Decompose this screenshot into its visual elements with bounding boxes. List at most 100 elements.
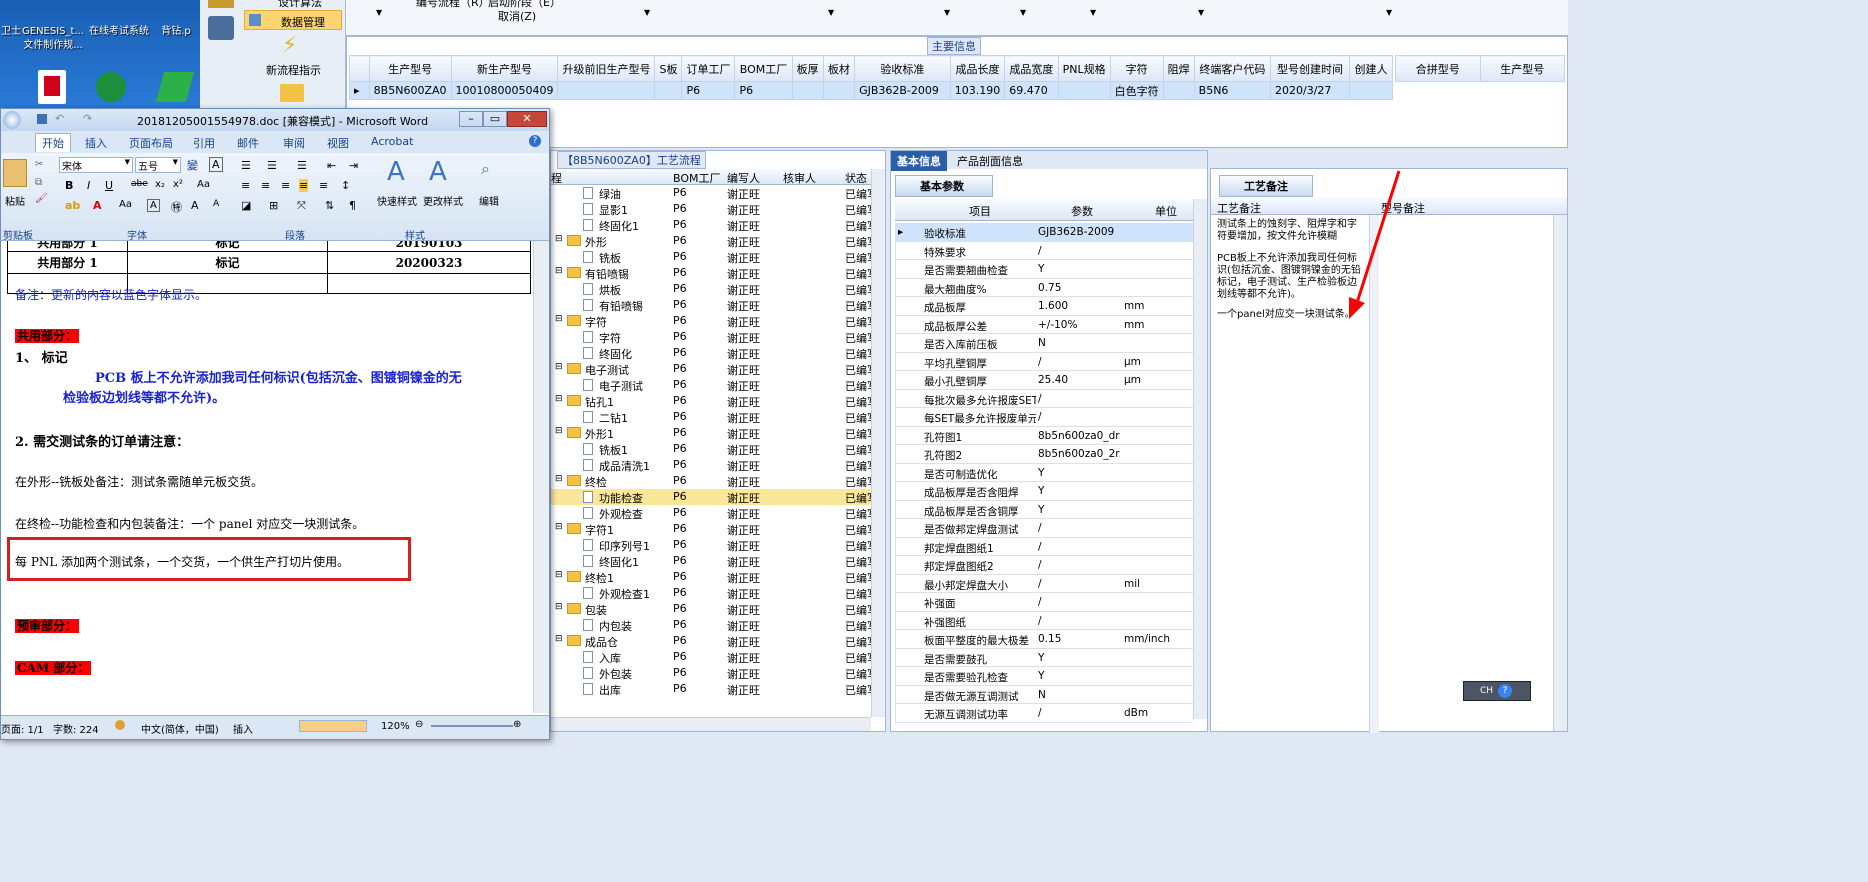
tree-row[interactable]: 印序列号1 P6 谢正旺 已编写 — [551, 537, 871, 553]
format-painter-icon[interactable]: 🖌 — [35, 193, 48, 204]
param-value[interactable]: / — [1038, 522, 1120, 534]
tree-col-header[interactable]: 编写人 — [727, 170, 760, 186]
tree-row[interactable]: 成品清洗1 P6 谢正旺 已编写 — [551, 457, 871, 473]
table-cell[interactable]: B5N6 — [1193, 81, 1272, 100]
tree-hscrollbar[interactable] — [551, 717, 871, 731]
params-col-header[interactable]: 项目 — [969, 203, 991, 219]
decrease-indent-icon[interactable]: ⇤ — [327, 159, 336, 172]
justify-icon[interactable]: ≡ — [299, 179, 309, 192]
tree-row[interactable]: 内包装 P6 谢正旺 已编写 — [551, 617, 871, 633]
tree-row[interactable]: ⊟ 终检 P6 谢正旺 已编写 — [551, 473, 871, 489]
tab-profile-info[interactable]: 产品剖面信息 — [957, 153, 1023, 169]
param-value[interactable]: 8b5n600za0_dr... — [1038, 430, 1120, 442]
table-cell[interactable]: 103.190 — [949, 81, 1006, 100]
param-row[interactable]: 成品板厚是否含铜厚 Y — [895, 500, 1193, 519]
tab-mailings[interactable]: 邮件 — [237, 135, 259, 151]
tree-row[interactable]: ⊟ 字符1 P6 谢正旺 已编写 — [551, 521, 871, 537]
column-header[interactable]: 字符 — [1109, 55, 1164, 82]
param-value[interactable]: / — [1038, 578, 1120, 590]
tree-row[interactable]: 电子测试 P6 谢正旺 已编写 — [551, 377, 871, 393]
table-cell[interactable] — [822, 81, 856, 100]
help-icon[interactable]: ? — [529, 135, 541, 147]
tree-row[interactable]: 有铅喷锡 P6 谢正旺 已编写 — [551, 297, 871, 313]
collapse-icon[interactable]: ⊟ — [555, 234, 563, 244]
notes-col-header[interactable]: 工艺备注 — [1217, 200, 1261, 216]
tree-row[interactable]: 烘板 P6 谢正旺 已编写 — [551, 281, 871, 297]
params-col-header[interactable]: 单位 — [1155, 203, 1177, 219]
tree-row[interactable]: 铣板1 P6 谢正旺 已编写 — [551, 441, 871, 457]
zoom-slider[interactable] — [431, 725, 513, 727]
align-center-icon[interactable]: ≡ — [261, 179, 270, 192]
dropdown-arrow-icon[interactable]: ▼ — [644, 8, 650, 17]
binoculars-icon[interactable]: ⌕ — [481, 159, 490, 179]
table-cell[interactable] — [654, 81, 683, 100]
tree-row[interactable]: ⊟ 外形 P6 谢正旺 已编写 — [551, 233, 871, 249]
tab-view[interactable]: 视图 — [327, 135, 349, 151]
collapse-icon[interactable]: ⊟ — [555, 570, 563, 580]
increase-indent-icon[interactable]: ⇥ — [349, 159, 358, 172]
tree-row[interactable]: ⊟ 电子测试 P6 谢正旺 已编写 — [551, 361, 871, 377]
clear-format-icon[interactable]: Aa — [197, 179, 210, 190]
param-row[interactable]: 无源互调测试功率 / dBm — [895, 704, 1193, 723]
dropdown-arrow-icon[interactable]: ▼ — [1020, 8, 1026, 17]
show-marks-icon[interactable]: ¶ — [349, 199, 356, 212]
tree-row[interactable]: 外观检查1 P6 谢正旺 已编写 — [551, 585, 871, 601]
subtab-basic-params[interactable]: 基本参数 — [895, 175, 993, 197]
column-header[interactable]: 合拼型号 — [1395, 55, 1481, 82]
param-row[interactable]: 是否需要鼓孔 Y — [895, 648, 1193, 667]
folder-icon[interactable] — [280, 84, 304, 102]
param-row[interactable]: 是否做邦定焊盘测试 / — [895, 519, 1193, 538]
paste-icon[interactable] — [3, 159, 27, 187]
borders-icon[interactable]: ⊞ — [269, 199, 278, 212]
italic-icon[interactable]: I — [87, 179, 90, 192]
tab-acrobat[interactable]: Acrobat — [371, 135, 413, 148]
param-value[interactable]: 0.15 — [1038, 633, 1120, 645]
column-header[interactable]: 板厚 — [791, 55, 824, 82]
param-row[interactable]: 补强面 / — [895, 593, 1193, 612]
grow-font-icon[interactable]: A — [191, 199, 199, 212]
toolbar-process-number[interactable]: 编号流程（R） — [416, 0, 490, 10]
notes-scrollbar[interactable] — [1553, 215, 1567, 731]
zoom-out-icon[interactable]: ⊖ — [415, 719, 423, 730]
params-scrollbar[interactable] — [1193, 199, 1207, 719]
shading-icon[interactable]: ◪ — [241, 199, 251, 212]
param-row[interactable]: 特殊要求 / — [895, 241, 1193, 260]
collapse-icon[interactable]: ⊟ — [555, 634, 563, 644]
dropdown-arrow-icon[interactable]: ▼ — [376, 8, 382, 17]
param-row[interactable]: 成品板厚 1.600 mm — [895, 297, 1193, 316]
param-row[interactable]: 是否需要翘曲检查 Y — [895, 260, 1193, 279]
collapse-icon[interactable]: ⊟ — [555, 426, 563, 436]
tab-references[interactable]: 引用 — [193, 135, 215, 151]
column-header[interactable]: 订单工厂 — [681, 55, 736, 82]
tree-row[interactable]: 外包装 P6 谢正旺 已编写 — [551, 665, 871, 681]
table-cell[interactable]: P6 — [734, 81, 793, 100]
column-header[interactable]: 创建人 — [1349, 55, 1393, 82]
tab-review[interactable]: 审阅 — [283, 135, 305, 151]
change-case-icon[interactable]: Aa — [119, 199, 132, 210]
dropdown-arrow-icon[interactable]: ▼ — [1090, 8, 1096, 17]
param-row[interactable]: 每批次最多允许报废SET / — [895, 389, 1193, 408]
column-header[interactable]: PNL规格 — [1057, 55, 1111, 82]
tree-row[interactable]: 字符 P6 谢正旺 已编写 — [551, 329, 871, 345]
tree-row[interactable]: 绿油 P6 谢正旺 已编写 — [551, 185, 871, 201]
app-p-icon[interactable] — [96, 72, 126, 102]
param-row[interactable]: 每SET最多允许报废单元 / — [895, 408, 1193, 427]
copy-icon[interactable]: ⧉ — [35, 177, 42, 188]
tree-col-header[interactable]: 核审人 — [783, 170, 816, 186]
param-value[interactable]: Y — [1038, 485, 1120, 497]
param-value[interactable]: / — [1038, 411, 1120, 423]
collapse-icon[interactable]: ⊟ — [555, 266, 563, 276]
underline-icon[interactable]: U — [105, 179, 113, 192]
office-button-icon[interactable] — [3, 111, 21, 129]
collapse-icon[interactable]: ⊟ — [555, 522, 563, 532]
strikethrough-icon[interactable]: abe — [131, 179, 148, 189]
collapse-icon[interactable]: ⊟ — [555, 314, 563, 324]
column-header[interactable]: 终端客户代码 — [1193, 55, 1272, 82]
redo-icon[interactable]: ↷ — [83, 112, 92, 125]
table-cell[interactable]: 10010800050409 — [450, 81, 559, 100]
document-body[interactable]: 共用部分 1 标记 20190103 共用部分 1 标记 20200323 备注… — [1, 241, 533, 711]
param-value[interactable]: N — [1038, 337, 1120, 349]
tree-row[interactable]: 终固化1 P6 谢正旺 已编写 — [551, 217, 871, 233]
desktop-icon-docspec[interactable]: 文件制作规... — [18, 40, 88, 52]
param-row[interactable]: 板面平整度的最大极差 0.15 mm/inch — [895, 630, 1193, 649]
